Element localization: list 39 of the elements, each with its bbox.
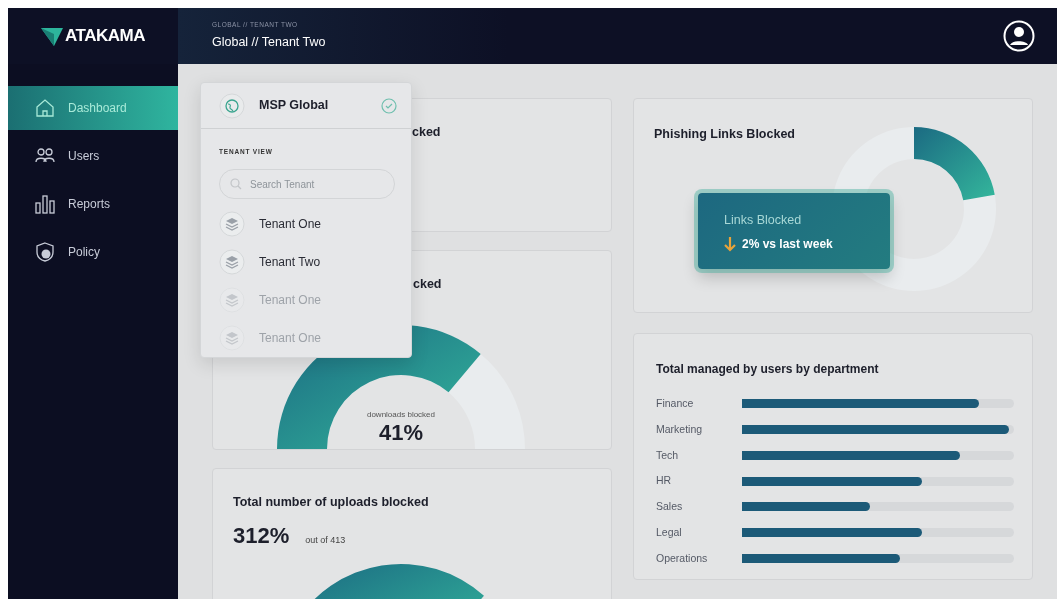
card-title: Total number of uploads blocked xyxy=(233,494,429,511)
tooltip-title: Links Blocked xyxy=(724,212,802,229)
layers-icon xyxy=(219,249,245,275)
sidebar-item[interactable]: Reports xyxy=(8,182,178,226)
brand-name: ATAKAMA xyxy=(65,25,145,48)
tooltip-change: 2% vs last week xyxy=(742,236,833,253)
page-title: Global // Tenant Two xyxy=(212,33,327,51)
department-label: Operations xyxy=(656,550,709,566)
stat-detail: out of 413 xyxy=(305,534,346,547)
card-title: cked xyxy=(413,277,442,291)
card-title: cked xyxy=(412,125,441,139)
department-label: Marketing xyxy=(656,421,704,437)
search-field[interactable]: Search Tenant xyxy=(219,169,395,199)
layers-icon xyxy=(219,325,245,351)
stat-value: 312% xyxy=(233,522,290,550)
layers-icon xyxy=(219,211,245,237)
department-label: HR xyxy=(656,473,673,489)
sidebar-item[interactable]: Users xyxy=(8,134,178,178)
sidebar-item[interactable]: Policy xyxy=(8,230,178,274)
card-title: Total managed by users by department xyxy=(656,362,879,376)
layers-icon xyxy=(219,287,245,313)
department-label: Tech xyxy=(656,447,680,463)
department-label: Finance xyxy=(656,396,695,411)
home-icon xyxy=(34,97,56,119)
check-circle-icon xyxy=(381,97,397,114)
department-label: Sales xyxy=(656,499,684,514)
tenant-name: MSP Global xyxy=(259,97,330,115)
globe-icon xyxy=(219,92,245,119)
department-label: Legal xyxy=(656,524,683,540)
bar-chart-icon xyxy=(34,193,56,215)
logo-icon xyxy=(41,26,64,46)
tenant-item[interactable]: Tenant Two xyxy=(201,243,411,281)
tenant-item[interactable]: Tenant One xyxy=(201,205,411,243)
shield-icon xyxy=(34,241,56,263)
gauge-caption: downloads blocked xyxy=(366,408,435,421)
arrow-down-icon xyxy=(724,236,736,252)
user-avatar-icon[interactable] xyxy=(1003,20,1035,52)
gauge-value: 41% xyxy=(378,420,423,445)
card-title: Phishing Links Blocked xyxy=(654,127,795,141)
